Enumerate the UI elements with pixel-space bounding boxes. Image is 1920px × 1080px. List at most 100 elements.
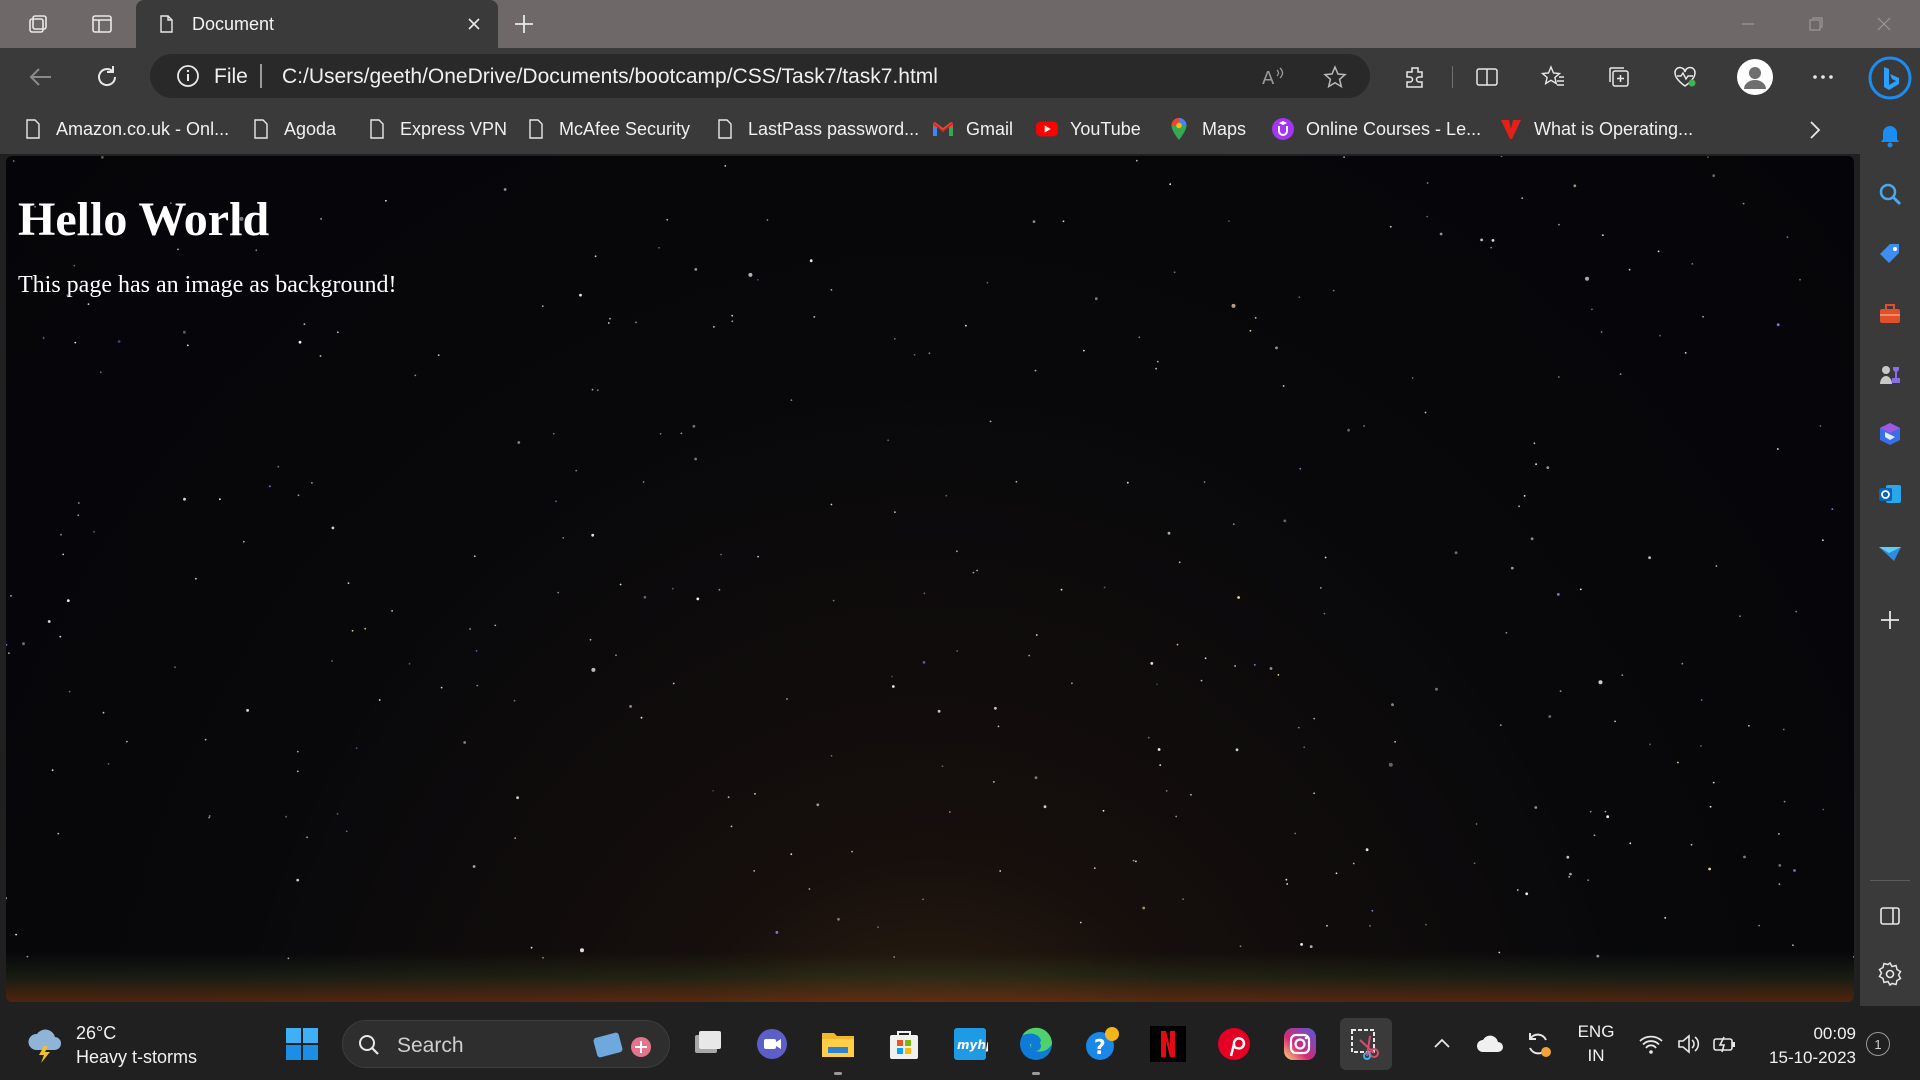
read-aloud-icon[interactable]: A <box>1260 64 1286 90</box>
favorite-label: Express VPN <box>400 118 508 139</box>
notification-badge[interactable]: 1 <box>1866 1032 1890 1056</box>
edge-browser-icon[interactable] <box>1016 1024 1056 1064</box>
workspaces-icon[interactable] <box>24 10 52 38</box>
scheme-label: File <box>214 65 248 88</box>
favorite-label: Amazon.co.uk - Onl... <box>56 118 230 139</box>
udemy-icon <box>1272 118 1294 140</box>
settings-gear-icon[interactable] <box>1874 958 1906 990</box>
edge-sidebar <box>1860 48 1920 1006</box>
outlook-icon[interactable] <box>1874 478 1906 510</box>
system-clock[interactable]: 00:09 15-10-2023 <box>1769 1022 1856 1070</box>
games-icon[interactable] <box>1874 358 1906 390</box>
active-app-indicator <box>834 1072 842 1075</box>
favorite-item[interactable]: Express VPN <box>366 116 507 142</box>
profile-avatar[interactable] <box>1736 58 1774 96</box>
toolbar-divider <box>1452 66 1453 88</box>
tab-document[interactable]: Document <box>136 0 498 48</box>
search-icon[interactable] <box>1874 178 1906 210</box>
battery-charging-icon[interactable] <box>1708 1024 1742 1064</box>
chevron-right-icon[interactable] <box>1800 116 1828 144</box>
favorite-item[interactable]: YouTube <box>1036 116 1141 142</box>
netflix-icon[interactable] <box>1148 1024 1188 1064</box>
wifi-icon[interactable] <box>1634 1024 1668 1064</box>
address-divider <box>260 64 262 88</box>
favorite-item[interactable]: LastPass password... <box>714 116 919 142</box>
back-icon[interactable] <box>24 60 58 94</box>
taskbar-search[interactable]: Search <box>342 1020 670 1068</box>
close-tab-icon[interactable] <box>460 10 488 38</box>
myhp-icon[interactable]: myhp <box>950 1024 990 1064</box>
navigation-bar: File C:/Users/geeth/OneDrive/Documents/b… <box>0 48 1920 104</box>
page-icon <box>250 118 272 140</box>
weather-description[interactable]: Heavy t-storms <box>76 1047 197 1068</box>
new-tab-icon[interactable] <box>510 10 538 38</box>
favorite-item[interactable]: Online Courses - Le... <box>1272 116 1481 142</box>
active-app-indicator <box>1032 1072 1040 1075</box>
restore-icon[interactable] <box>1794 8 1838 40</box>
clock-date: 15-10-2023 <box>1769 1048 1856 1067</box>
favorite-item[interactable]: McAfee Security <box>525 116 690 142</box>
chevron-up-icon[interactable] <box>1424 1024 1460 1064</box>
favorites-icon[interactable] <box>1536 60 1570 94</box>
windows-taskbar: 26°C Heavy t-storms Search myhp ? <box>0 1008 1920 1080</box>
favorite-item[interactable]: What is Operating... <box>1500 116 1693 142</box>
svg-text:A: A <box>1262 68 1275 89</box>
notifications-bell-icon[interactable] <box>1874 120 1906 152</box>
collections-icon[interactable] <box>1602 60 1636 94</box>
language-code[interactable]: ENG <box>1574 1022 1618 1042</box>
file-explorer-icon[interactable] <box>818 1024 858 1064</box>
more-menu-icon[interactable] <box>1806 60 1840 94</box>
favorite-item[interactable]: Amazon.co.uk - Onl... <box>22 116 229 142</box>
windows-start-icon[interactable] <box>282 1024 322 1064</box>
task-view-icon[interactable] <box>688 1024 728 1064</box>
extensions-icon[interactable] <box>1398 60 1432 94</box>
favorite-item[interactable]: Gmail <box>932 116 1013 142</box>
add-sidebar-app-icon[interactable] <box>1874 604 1906 636</box>
language-region[interactable]: IN <box>1574 1046 1618 1066</box>
microsoft-365-icon[interactable] <box>1874 418 1906 450</box>
snipping-tool-icon[interactable] <box>1340 1018 1392 1070</box>
page-paragraph: This page has an image as background! <box>18 272 397 298</box>
svg-text:?: ? <box>1094 1035 1106 1059</box>
minimize-icon[interactable] <box>1726 8 1770 40</box>
get-help-icon[interactable]: ? <box>1082 1024 1122 1064</box>
drop-send-icon[interactable] <box>1874 538 1906 570</box>
favorites-bar: Amazon.co.uk - Onl... Agoda Express VPN … <box>0 104 1860 154</box>
sync-icon[interactable] <box>1520 1024 1556 1064</box>
favorite-item[interactable]: Agoda <box>250 116 336 142</box>
shopping-tag-icon[interactable] <box>1874 238 1906 270</box>
vertical-tabs-icon[interactable] <box>88 10 116 38</box>
hide-sidebar-icon[interactable] <box>1874 900 1906 932</box>
instagram-icon[interactable] <box>1280 1024 1320 1064</box>
url-text[interactable]: C:/Users/geeth/OneDrive/Documents/bootca… <box>282 65 938 89</box>
pinterest-icon[interactable] <box>1214 1024 1254 1064</box>
microsoft-store-icon[interactable] <box>884 1024 924 1064</box>
address-bar[interactable]: File C:/Users/geeth/OneDrive/Documents/b… <box>150 54 1370 98</box>
favorite-label: Maps <box>1202 118 1247 139</box>
teams-chat-icon[interactable] <box>752 1024 792 1064</box>
browser-essentials-icon[interactable] <box>1668 60 1702 94</box>
page-icon <box>366 118 388 140</box>
split-screen-icon[interactable] <box>1470 60 1504 94</box>
thunderstorm-icon[interactable] <box>24 1024 66 1066</box>
tools-briefcase-icon[interactable] <box>1874 298 1906 330</box>
favorite-item[interactable]: Maps <box>1168 116 1246 142</box>
close-window-icon[interactable] <box>1862 8 1906 40</box>
search-icon <box>359 1035 379 1055</box>
favorite-star-icon[interactable] <box>1322 64 1348 90</box>
page-icon <box>22 118 44 140</box>
info-icon[interactable] <box>176 64 200 88</box>
refresh-icon[interactable] <box>90 60 124 94</box>
bing-copilot-icon[interactable] <box>1868 56 1912 100</box>
search-highlight-icon <box>593 1032 651 1058</box>
page-icon <box>714 118 736 140</box>
favorite-label: Agoda <box>284 118 337 139</box>
favorite-label: Gmail <box>966 118 1014 139</box>
weather-temperature[interactable]: 26°C <box>76 1023 116 1044</box>
search-placeholder: Search <box>397 1034 464 1057</box>
favorite-label: YouTube <box>1070 118 1141 139</box>
onedrive-cloud-icon[interactable] <box>1472 1024 1508 1064</box>
favorite-label: McAfee Security <box>559 118 691 139</box>
volume-icon[interactable] <box>1672 1024 1706 1064</box>
page-heading: Hello World <box>18 193 270 246</box>
